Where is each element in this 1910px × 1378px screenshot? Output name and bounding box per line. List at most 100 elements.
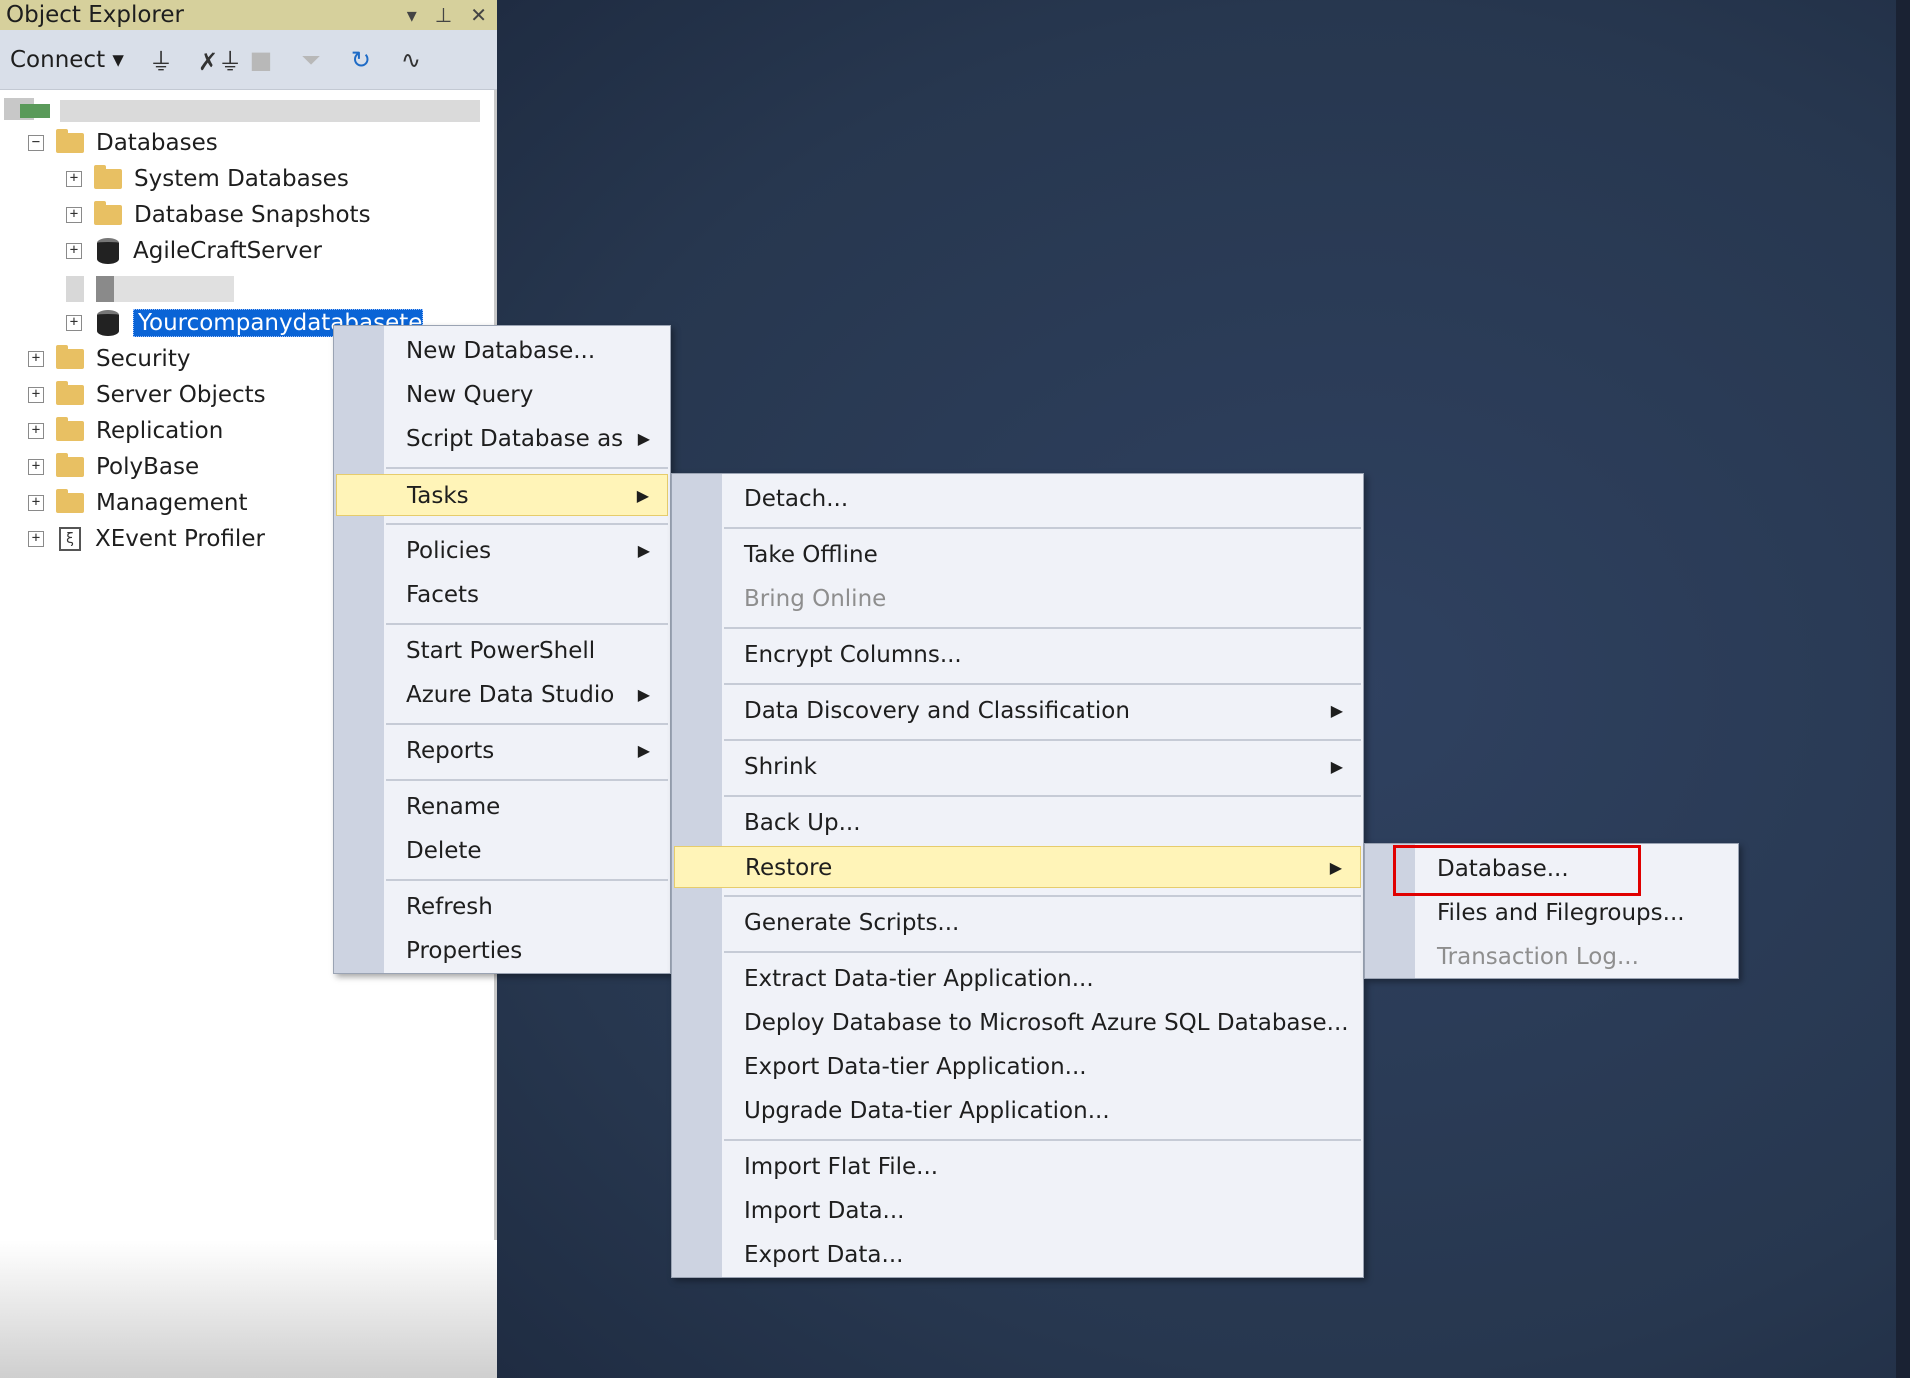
collapse-icon[interactable]: −: [28, 135, 44, 151]
menu-item-restore[interactable]: Restore ▶: [674, 846, 1361, 888]
panel-bottom-fade: [0, 1240, 497, 1378]
menu-item-upgrade-dac[interactable]: Upgrade Data-tier Application...: [674, 1090, 1361, 1132]
tree-node-management[interactable]: + Management: [28, 486, 248, 520]
expand-icon[interactable]: +: [66, 171, 82, 187]
submenu-arrow-icon: ▶: [1330, 701, 1343, 720]
menu-separator: [386, 779, 668, 781]
expand-icon[interactable]: +: [66, 207, 82, 223]
pin-dropdown-icon[interactable]: ▾: [407, 0, 417, 30]
expand-icon[interactable]: +: [28, 423, 44, 439]
database-icon: [97, 238, 119, 264]
tree-node-agilecraftserver[interactable]: + AgileCraftServer: [66, 234, 322, 268]
menu-item-import-data[interactable]: Import Data...: [674, 1190, 1361, 1232]
menu-item-label: Reports: [406, 738, 495, 764]
connect-button[interactable]: Connect ▾: [10, 47, 124, 73]
tree-node-database-snapshots[interactable]: + Database Snapshots: [66, 198, 371, 232]
stop-icon[interactable]: ■: [248, 46, 274, 74]
connect-plug-icon[interactable]: ⏚: [148, 42, 174, 77]
activity-monitor-icon[interactable]: ∿: [398, 46, 424, 74]
menu-item-files-filegroups[interactable]: Files and Filegroups...: [1367, 892, 1736, 934]
menu-item-label: Refresh: [406, 894, 493, 920]
refresh-icon[interactable]: ↻: [348, 46, 374, 74]
menu-item-export-dac[interactable]: Export Data-tier Application...: [674, 1046, 1361, 1088]
filter-icon[interactable]: ⏷: [298, 46, 324, 74]
disconnect-plug-icon[interactable]: ✗⏚: [198, 42, 242, 77]
menu-item-encrypt-columns[interactable]: Encrypt Columns...: [674, 634, 1361, 676]
tree-node-server-objects[interactable]: + Server Objects: [28, 378, 266, 412]
menu-item-policies[interactable]: Policies ▶: [336, 530, 668, 572]
menu-separator: [724, 1139, 1361, 1141]
menu-item-label: Take Offline: [744, 542, 878, 568]
menu-item-generate-scripts[interactable]: Generate Scripts...: [674, 902, 1361, 944]
menu-item-start-powershell[interactable]: Start PowerShell: [336, 630, 668, 672]
pin-icon[interactable]: ⊥: [435, 0, 452, 30]
expand-icon[interactable]: +: [28, 531, 44, 547]
folder-icon: [56, 453, 84, 477]
tree-label: XEvent Profiler: [95, 526, 265, 552]
expand-icon[interactable]: +: [28, 495, 44, 511]
submenu-arrow-icon: ▶: [636, 486, 649, 505]
tree-label: PolyBase: [96, 454, 200, 480]
tree-label: Server Objects: [96, 382, 266, 408]
menu-item-rename[interactable]: Rename: [336, 786, 668, 828]
submenu-arrow-icon: ▶: [637, 741, 650, 760]
folder-icon: [94, 165, 122, 189]
server-node-redacted[interactable]: [0, 92, 497, 126]
expand-icon[interactable]: +: [28, 351, 44, 367]
expand-icon[interactable]: +: [28, 387, 44, 403]
menu-item-deploy-azure[interactable]: Deploy Database to Microsoft Azure SQL D…: [674, 1002, 1361, 1044]
object-explorer-title: Object Explorer: [6, 2, 184, 28]
menu-item-export-data[interactable]: Export Data...: [674, 1234, 1361, 1276]
tree-node-replication[interactable]: + Replication: [28, 414, 223, 448]
menu-item-label: Rename: [406, 794, 501, 820]
menu-item-label: Encrypt Columns...: [744, 642, 962, 668]
redacted-block: [114, 276, 234, 302]
menu-item-new-query[interactable]: New Query: [336, 374, 668, 416]
expand-icon[interactable]: +: [66, 315, 82, 331]
tree-node-databases[interactable]: − Databases: [28, 126, 218, 160]
menu-item-label: Import Flat File...: [744, 1154, 939, 1180]
database-icon: [97, 310, 119, 336]
menu-item-label: Files and Filegroups...: [1437, 900, 1685, 926]
menu-item-properties[interactable]: Properties: [336, 930, 668, 972]
menu-item-new-database[interactable]: New Database...: [336, 330, 668, 372]
menu-item-bring-online: Bring Online: [674, 578, 1361, 620]
tree-node-system-databases[interactable]: + System Databases: [66, 162, 349, 196]
folder-icon: [56, 345, 84, 369]
database-context-menu: New Database... New Query Script Databas…: [333, 325, 671, 974]
menu-separator: [724, 527, 1361, 529]
title-bar-controls: ▾ ⊥ ✕: [407, 0, 487, 30]
expand-icon[interactable]: +: [66, 243, 82, 259]
menu-separator: [386, 723, 668, 725]
xevent-profiler-icon: ξ: [59, 527, 81, 551]
menu-item-extract-dac[interactable]: Extract Data-tier Application...: [674, 958, 1361, 1000]
tree-label: Databases: [96, 130, 218, 156]
menu-separator: [724, 951, 1361, 953]
expand-icon[interactable]: +: [28, 459, 44, 475]
close-icon[interactable]: ✕: [470, 0, 487, 30]
menu-item-import-flat-file[interactable]: Import Flat File...: [674, 1146, 1361, 1188]
menu-item-transaction-log: Transaction Log...: [1367, 936, 1736, 978]
menu-item-back-up[interactable]: Back Up...: [674, 802, 1361, 844]
menu-item-script-database-as[interactable]: Script Database as ▶: [336, 418, 668, 460]
menu-item-tasks[interactable]: Tasks ▶: [336, 474, 668, 516]
highlight-callout-box: [1393, 845, 1641, 896]
menu-item-reports[interactable]: Reports ▶: [336, 730, 668, 772]
menu-item-label: Facets: [406, 582, 480, 608]
menu-item-shrink[interactable]: Shrink ▶: [674, 746, 1361, 788]
menu-item-refresh[interactable]: Refresh: [336, 886, 668, 928]
menu-item-detach[interactable]: Detach...: [674, 478, 1361, 520]
tree-node-redacted[interactable]: [66, 272, 234, 306]
menu-item-take-offline[interactable]: Take Offline: [674, 534, 1361, 576]
tree-node-polybase[interactable]: + PolyBase: [28, 450, 199, 484]
tree-node-security[interactable]: + Security: [28, 342, 190, 376]
menu-item-facets[interactable]: Facets: [336, 574, 668, 616]
menu-item-azure-data-studio[interactable]: Azure Data Studio ▶: [336, 674, 668, 716]
menu-item-delete[interactable]: Delete: [336, 830, 668, 872]
tree-node-xevent-profiler[interactable]: + ξ XEvent Profiler: [28, 522, 265, 556]
menu-item-label: Deploy Database to Microsoft Azure SQL D…: [744, 1010, 1349, 1036]
menu-item-label: Upgrade Data-tier Application...: [744, 1098, 1110, 1124]
submenu-arrow-icon: ▶: [1330, 757, 1343, 776]
menu-item-data-discovery[interactable]: Data Discovery and Classification ▶: [674, 690, 1361, 732]
menu-separator: [724, 739, 1361, 741]
